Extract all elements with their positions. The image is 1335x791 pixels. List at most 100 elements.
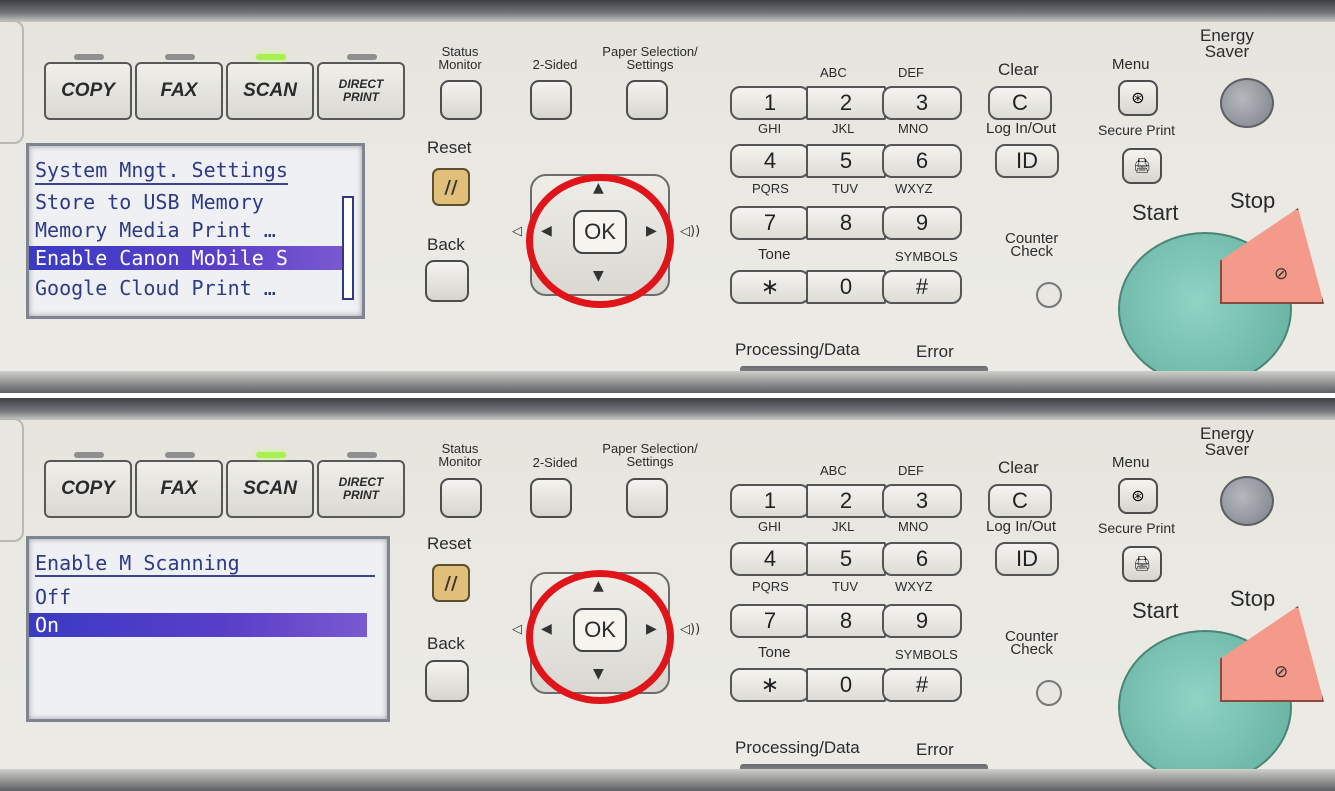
jkl-label: JKL [832, 121, 855, 136]
key-2[interactable]: 2 [806, 86, 886, 120]
key-hash[interactable]: # [882, 668, 962, 702]
key-7[interactable]: 7 [730, 206, 810, 240]
secure-print-button[interactable]: 🖨 [1122, 546, 1162, 582]
key-9[interactable]: 9 [882, 604, 962, 638]
pqrs-label: PQRS [752, 579, 789, 594]
fax-button[interactable]: FAX [135, 54, 223, 120]
abc-label: ABC [820, 463, 847, 478]
key-0[interactable]: 0 [806, 668, 886, 702]
scan-button[interactable]: SCAN [226, 54, 314, 120]
status-monitor-label: Status Monitor [438, 441, 482, 469]
lcd-scrollbar [342, 196, 354, 300]
two-sided-button[interactable] [530, 80, 572, 120]
direct-print-button[interactable]: DIRECT PRINT [317, 452, 405, 518]
fax-button[interactable]: FAX [135, 452, 223, 518]
stop-button[interactable] [1220, 208, 1324, 304]
scan-led [256, 452, 286, 458]
key-3[interactable]: 3 [882, 484, 962, 518]
secure-print-button[interactable]: 🖨 [1122, 148, 1162, 184]
key-0[interactable]: 0 [806, 270, 886, 304]
stop-button[interactable] [1220, 606, 1324, 702]
jkl-label: JKL [832, 519, 855, 534]
key-star[interactable]: ∗ [730, 270, 810, 304]
key-6[interactable]: 6 [882, 144, 962, 178]
key-hash[interactable]: # [882, 270, 962, 304]
lcd-menu-item[interactable]: Off [35, 585, 71, 609]
scan-button[interactable]: SCAN [226, 452, 314, 518]
menu-button[interactable]: ⊛ [1118, 478, 1158, 514]
lcd-menu-item[interactable]: Memory Media Print … [35, 218, 276, 242]
key-6[interactable]: 6 [882, 542, 962, 576]
reset-label: Reset [427, 138, 472, 157]
reset-label: Reset [427, 534, 472, 553]
key-8[interactable]: 8 [806, 604, 886, 638]
back-button[interactable] [425, 660, 469, 702]
panel-bottom-edge [0, 371, 1335, 393]
key-4[interactable]: 4 [730, 144, 810, 178]
copy-button[interactable]: COPY [44, 452, 132, 518]
reset-button[interactable]: // [432, 564, 470, 602]
lcd-screen: System Mngt. Settings Store to USB Memor… [26, 143, 365, 319]
paper-selection-button[interactable] [626, 80, 668, 120]
energy-saver-label: Energy Saver [1200, 424, 1254, 459]
direct-print-button[interactable]: DIRECT PRINT [317, 54, 405, 120]
status-monitor-button[interactable] [440, 80, 482, 120]
clear-button[interactable]: C [988, 484, 1052, 518]
key-7[interactable]: 7 [730, 604, 810, 638]
control-panel: COPY FAX SCAN DIRECT PRINT Enable M Scan… [0, 398, 1335, 791]
panel-top-edge [0, 0, 1335, 22]
copy-button[interactable]: COPY [44, 54, 132, 120]
back-button[interactable] [425, 260, 469, 302]
key-8[interactable]: 8 [806, 206, 886, 240]
key-1[interactable]: 1 [730, 86, 810, 120]
paper-selection-label: Paper Selection/ Settings [602, 441, 698, 469]
paper-selection-label: Paper Selection/ Settings [602, 44, 698, 72]
mno-label: MNO [898, 519, 929, 534]
volume-down-icon: ◁ [512, 224, 522, 239]
id-button[interactable]: ID [995, 144, 1059, 178]
menu-label: Menu [1112, 454, 1150, 471]
clear-button[interactable]: C [988, 86, 1052, 120]
volume-down-icon: ◁ [512, 622, 522, 637]
energy-saver-button[interactable] [1220, 476, 1274, 526]
menu-icon: ⊛ [1131, 88, 1145, 107]
stop-label: Stop [1230, 586, 1276, 611]
key-2[interactable]: 2 [806, 484, 886, 518]
energy-saver-button[interactable] [1220, 78, 1274, 128]
lcd-menu-item-selected[interactable]: On [29, 613, 367, 637]
annotation-red-circle [526, 570, 674, 704]
key-1[interactable]: 1 [730, 484, 810, 518]
paper-selection-button[interactable] [626, 478, 668, 518]
def-label: DEF [898, 463, 924, 478]
two-sided-button[interactable] [530, 478, 572, 518]
key-3[interactable]: 3 [882, 86, 962, 120]
key-4[interactable]: 4 [730, 542, 810, 576]
key-5[interactable]: 5 [806, 542, 886, 576]
lcd-title: System Mngt. Settings [35, 158, 288, 185]
key-5[interactable]: 5 [806, 144, 886, 178]
counter-check-led [1036, 680, 1062, 706]
error-label: Error [916, 740, 954, 759]
reset-button[interactable]: // [432, 168, 470, 206]
annotation-red-circle [526, 174, 674, 308]
mode-button-group: COPY FAX SCAN DIRECT PRINT [44, 452, 408, 518]
key-9[interactable]: 9 [882, 206, 962, 240]
lcd-menu-item-selected[interactable]: Enable Canon Mobile S [29, 246, 345, 270]
counter-check-label: Counter Check [1005, 230, 1059, 260]
lcd-menu-item[interactable]: Store to USB Memory [35, 190, 264, 214]
status-monitor-label: Status Monitor [438, 44, 482, 72]
symbols-label: SYMBOLS [895, 647, 958, 662]
direct-print-label: DIRECT PRINT [338, 475, 384, 502]
energy-saver-label: Energy Saver [1200, 26, 1254, 61]
key-star[interactable]: ∗ [730, 668, 810, 702]
panel-top-edge [0, 398, 1335, 420]
ghi-label: GHI [758, 121, 782, 136]
lcd-menu-item[interactable]: Google Cloud Print … [35, 276, 276, 300]
status-monitor-button[interactable] [440, 478, 482, 518]
id-button[interactable]: ID [995, 542, 1059, 576]
menu-button[interactable]: ⊛ [1118, 80, 1158, 116]
log-in-out-label: Log In/Out [986, 518, 1057, 535]
mno-label: MNO [898, 121, 929, 136]
copy-label: COPY [61, 478, 115, 499]
volume-up-icon: ◁)) [680, 224, 701, 239]
